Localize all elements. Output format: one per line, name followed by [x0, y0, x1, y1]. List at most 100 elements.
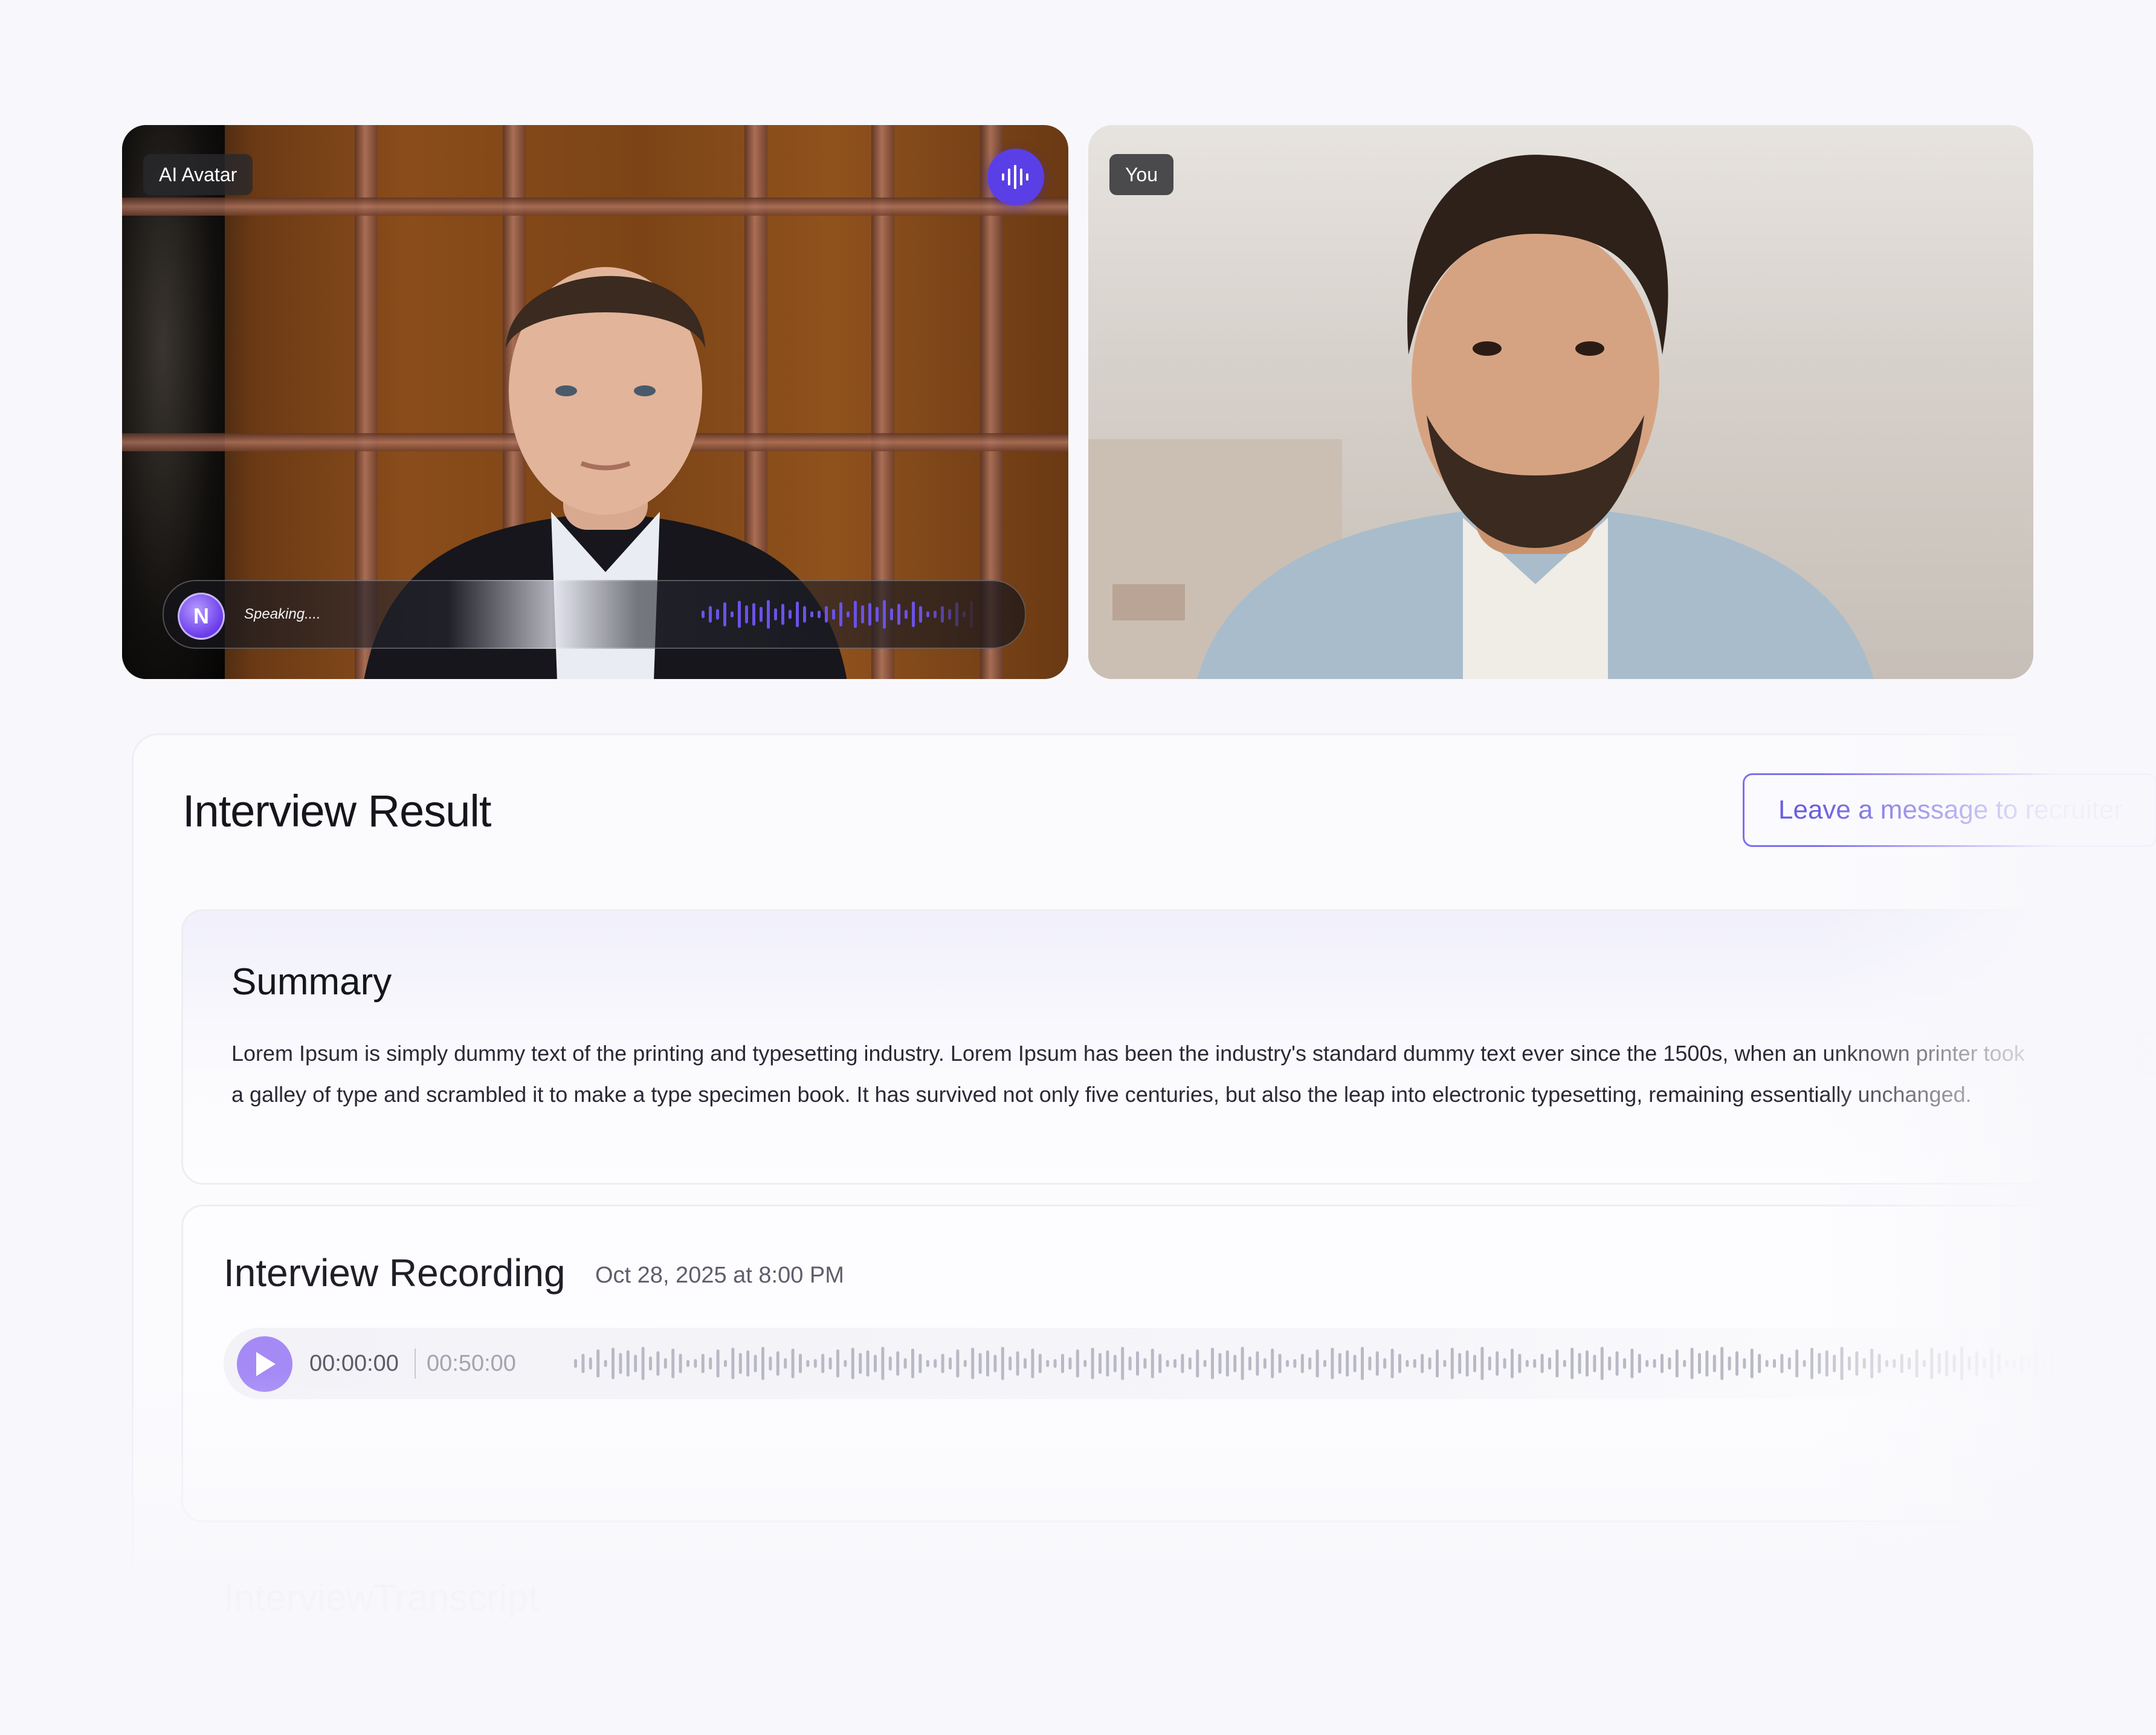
waveform-bar [1211, 1347, 1214, 1380]
waveform-bar [1533, 1359, 1537, 1368]
waveform-bar [1106, 1350, 1109, 1377]
page-title: Interview Result [182, 786, 491, 836]
waveform-bar [2058, 1353, 2061, 1374]
waveform-bar [626, 1350, 630, 1377]
waveform-bar [1608, 1356, 1612, 1371]
waveform-bar [905, 610, 908, 619]
waveform-bar [1465, 1350, 1469, 1377]
waveform-bar [769, 1356, 772, 1371]
waveform-bar [934, 1359, 937, 1368]
waveform-bar [1862, 1358, 1866, 1369]
waveform-bar [760, 607, 763, 622]
waveform-bar [2027, 1357, 2031, 1370]
waveform-bar [1915, 1349, 1919, 1378]
waveform-bar [784, 1358, 787, 1369]
waveform-bar [1009, 1356, 1012, 1371]
waveform-bar [1975, 1351, 1978, 1376]
waveform-bar [1181, 1354, 1184, 1373]
waveform-bar [1525, 1360, 1529, 1367]
waveform-bar [1099, 1353, 1102, 1374]
waveform-bar [1728, 1356, 1731, 1371]
waveform-bar [1233, 1354, 1237, 1373]
total-time: 00:50:00 [427, 1351, 516, 1376]
waveform-bar [1511, 1348, 1514, 1379]
waveform-bar [1346, 1350, 1349, 1377]
waveform-bar [897, 604, 900, 625]
waveform-bar [1256, 1351, 1259, 1376]
waveform-bar [963, 611, 966, 617]
waveform-bar [761, 1347, 764, 1380]
waveform-bar [1810, 1347, 1813, 1380]
waveform-bar [1952, 1354, 1956, 1373]
avatar-logo-icon: N [178, 593, 225, 640]
waveform-bar [806, 1360, 810, 1367]
waveform-bar [701, 1354, 705, 1373]
waveform-bar [1787, 1357, 1791, 1370]
waveform-bar [1615, 1351, 1619, 1376]
leave-message-button[interactable]: Leave a message to recruiter [1743, 773, 2156, 847]
waveform-bar [1128, 1356, 1132, 1371]
waveform-bar [956, 1349, 960, 1378]
waveform-bar [1353, 1354, 1357, 1373]
waveform-bar [2140, 1354, 2143, 1373]
waveform-bar [1518, 1354, 1522, 1373]
recording-title: Interview Recording [224, 1251, 566, 1295]
user-person [1088, 155, 1874, 679]
waveform-bar [1586, 1350, 1589, 1377]
user-video-tile: You [1088, 125, 2033, 679]
waveform-bar [731, 611, 734, 617]
waveform-bar [813, 1359, 817, 1368]
waveform-bar [2095, 1351, 2099, 1376]
waveform-bar [1735, 1351, 1738, 1376]
waveform-bar [1855, 1351, 1859, 1376]
play-icon [256, 1352, 276, 1376]
waveform-bar [745, 605, 748, 623]
play-button[interactable] [237, 1336, 292, 1392]
waveform-bar [663, 1358, 667, 1369]
waveform-bar [1712, 1354, 1716, 1373]
audio-wave-button[interactable] [987, 149, 1044, 205]
waveform-bar [781, 604, 784, 625]
waveform-bar [799, 1354, 802, 1373]
waveform-bar [1053, 1359, 1057, 1368]
waveform-bar [926, 611, 929, 617]
waveform-bar [1750, 1348, 1754, 1379]
waveform-bar [888, 1356, 892, 1371]
waveform-bar [1016, 1351, 1019, 1376]
waveform-bar [2102, 1358, 2106, 1369]
waveform-bar [1188, 1357, 1192, 1370]
waveform-bar [1421, 1354, 1424, 1373]
waveform-bar [656, 1351, 660, 1376]
summary-text: Lorem Ipsum is simply dummy text of the … [231, 1041, 2025, 1107]
time-divider [415, 1348, 416, 1379]
waveform-bar [1166, 1360, 1169, 1367]
waveform-bar [754, 1354, 757, 1373]
waveform-bar [859, 1353, 862, 1374]
waveform-bar [1570, 1347, 1574, 1380]
waveform-bar [1458, 1353, 1462, 1374]
waveform-bar [1803, 1360, 1806, 1367]
waveform-bar [2012, 1359, 2016, 1368]
waveform-bar [1563, 1360, 1566, 1367]
waveform-bar [912, 601, 915, 628]
waveform-bar [868, 603, 871, 626]
waveform-bar [1218, 1353, 1222, 1374]
waveform-bar [671, 1348, 675, 1379]
waveform-bar [1908, 1357, 1911, 1370]
waveform-bar [854, 600, 857, 628]
waveform-bar [1930, 1347, 1934, 1380]
waveform-bar [1795, 1349, 1799, 1378]
waveform-bar [2110, 1348, 2113, 1379]
waveform-bar [1496, 1351, 1499, 1376]
waveform-bar [1877, 1354, 1881, 1373]
waveform-bar [1885, 1360, 1888, 1367]
waveform-bar [581, 1354, 585, 1373]
waveform-bar [1173, 1359, 1176, 1368]
recording-waveform[interactable] [574, 1346, 2145, 1381]
waveform-bar [876, 607, 879, 622]
waveform-bar [1406, 1360, 1409, 1367]
recording-date: Oct 28, 2025 at 8:00 PM [595, 1263, 844, 1288]
waveform-bar [1121, 1347, 1125, 1380]
waveform-bar [934, 610, 937, 619]
waveform-bar [679, 1354, 682, 1373]
